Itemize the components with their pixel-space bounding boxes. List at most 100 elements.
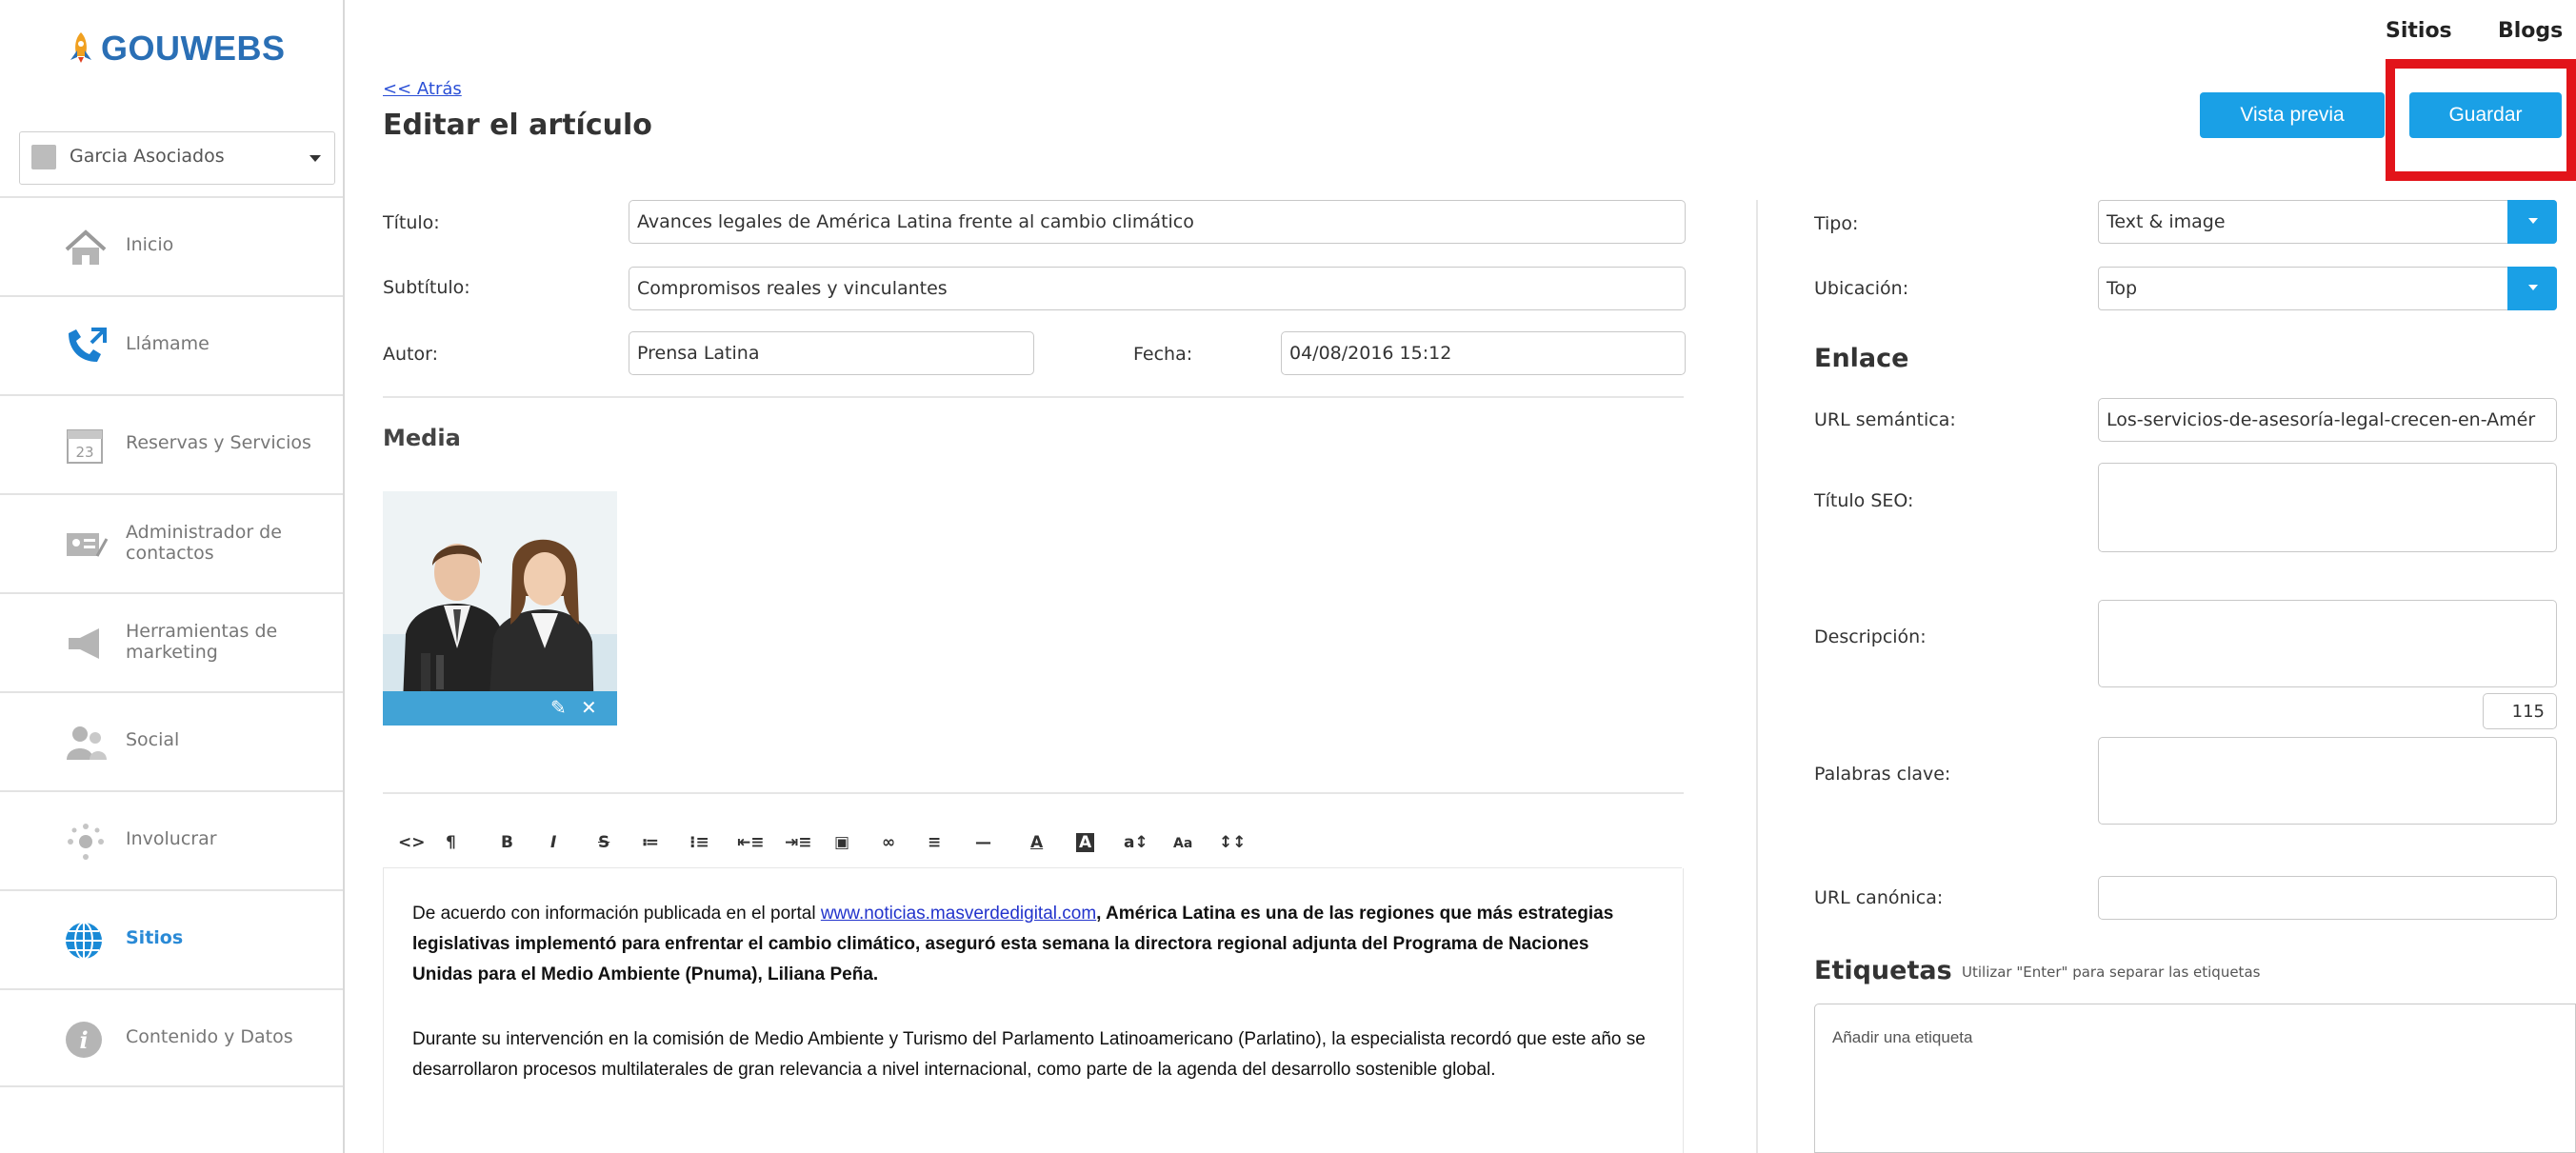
url-semantica-label: URL semántica:: [1814, 409, 1956, 430]
strikethrough-icon[interactable]: S: [598, 833, 609, 852]
line-height-icon[interactable]: ↕↕: [1219, 833, 1247, 852]
calendar-icon: 23: [67, 429, 103, 464]
sidebar-item-label: Reservas y Servicios: [126, 432, 311, 453]
home-icon: [65, 229, 107, 265]
sidebar-item-label: Sitios: [126, 927, 184, 948]
info-icon: i: [66, 1022, 102, 1058]
tipo-value: Text & image: [2107, 211, 2226, 232]
sidebar-item-label: Involucrar: [126, 828, 217, 849]
enlace-heading: Enlace: [1814, 344, 1909, 373]
tipo-select[interactable]: Text & image: [2098, 200, 2557, 244]
sidebar-item-social[interactable]: Social: [0, 691, 343, 792]
topnav-blogs[interactable]: Blogs: [2498, 19, 2563, 43]
media-actions-bar: ✎ ✕: [383, 691, 617, 726]
sidebar-item-reservas[interactable]: 23 Reservas y Servicios: [0, 394, 343, 495]
sidebar-item-label: Llámame: [126, 333, 210, 354]
media-thumbnail[interactable]: ✎ ✕: [383, 491, 617, 726]
account-selector[interactable]: Garcia Asociados: [19, 131, 335, 185]
network-icon: [68, 824, 104, 860]
unordered-list-icon[interactable]: ≔: [642, 833, 659, 852]
edit-icon[interactable]: ✎: [550, 696, 567, 719]
align-icon[interactable]: ≡: [928, 833, 941, 852]
subtitulo-input[interactable]: Compromisos reales y vinculantes: [629, 267, 1686, 310]
contacts-icon: [67, 533, 109, 557]
titulo-input[interactable]: Avances legales de América Latina frente…: [629, 200, 1686, 244]
titulo-seo-label: Título SEO:: [1814, 490, 1914, 511]
svg-text:i: i: [79, 1026, 88, 1054]
outdent-icon[interactable]: ⇤≡: [737, 833, 765, 852]
italic-icon[interactable]: I: [550, 833, 556, 852]
paragraph-icon[interactable]: ¶: [446, 833, 456, 852]
font-size-icon[interactable]: a↕: [1124, 833, 1148, 852]
url-semantica-input[interactable]: Los-servicios-de-asesoría-legal-crecen-e…: [2098, 398, 2557, 442]
phone-icon: [69, 328, 107, 362]
user-icon: [31, 145, 56, 169]
etiquetas-placeholder: Añadir una etiqueta: [1832, 1028, 1973, 1046]
sidebar: GOUWEBS Garcia Asociados Inicio Llámame …: [0, 0, 345, 1153]
sidebar-item-marketing[interactable]: Herramientas de marketing: [0, 592, 343, 693]
people-icon: [67, 726, 107, 760]
chevron-down-icon: [310, 155, 321, 162]
save-button-highlight: [2386, 59, 2576, 181]
dropdown-arrow-icon[interactable]: [2507, 267, 2557, 310]
page-title: Editar el artículo: [383, 109, 652, 142]
sidebar-item-contenido[interactable]: i Contenido y Datos: [0, 988, 343, 1087]
sidebar-item-label: Administrador de contactos: [126, 522, 282, 564]
ubicacion-select[interactable]: Top: [2098, 267, 2557, 310]
subtitulo-label: Subtítulo:: [383, 277, 470, 298]
descripcion-label: Descripción:: [1814, 626, 1927, 647]
sidebar-item-label: Contenido y Datos: [126, 1026, 293, 1047]
editor-toolbar: <> ¶ B I S ≔ ⁝≡ ⇤≡ ⇥≡ ▣ ∞ ≡ — A A a↕ Aa …: [383, 824, 1682, 869]
palabras-clave-textarea[interactable]: [2098, 737, 2557, 825]
preview-button[interactable]: Vista previa: [2200, 92, 2385, 138]
autor-input[interactable]: Prensa Latina: [629, 331, 1034, 375]
sidebar-item-llamame[interactable]: Llámame: [0, 295, 343, 396]
descripcion-textarea[interactable]: [2098, 600, 2557, 687]
ordered-list-icon[interactable]: ⁝≡: [689, 833, 709, 852]
rocket-icon: [70, 32, 91, 63]
account-name: Garcia Asociados: [70, 146, 225, 167]
bold-icon[interactable]: B: [501, 833, 513, 852]
sidebar-item-involucrar[interactable]: Involucrar: [0, 790, 343, 891]
background-color-icon[interactable]: A: [1076, 833, 1095, 852]
link-icon[interactable]: ∞: [882, 833, 895, 852]
editor-link[interactable]: www.noticias.masverdedigital.com: [821, 904, 1096, 924]
titulo-label: Título:: [383, 212, 440, 233]
sidebar-item-inicio[interactable]: Inicio: [0, 196, 343, 297]
brand-name: GOUWEBS: [101, 29, 286, 68]
editor-content[interactable]: De acuerdo con información publicada en …: [383, 868, 1684, 1153]
ubicacion-label: Ubicación:: [1814, 278, 1909, 299]
font-family-icon[interactable]: Aa: [1173, 836, 1192, 851]
font-color-icon[interactable]: A: [1030, 833, 1043, 852]
globe-icon: [66, 922, 102, 960]
image-icon[interactable]: ▣: [834, 833, 849, 852]
tipo-label: Tipo:: [1814, 213, 1859, 234]
indent-icon[interactable]: ⇥≡: [785, 833, 812, 852]
sidebar-item-label: Social: [126, 729, 180, 750]
divider: [383, 792, 1684, 794]
horizontal-rule-icon[interactable]: —: [975, 833, 991, 852]
titulo-seo-textarea[interactable]: [2098, 463, 2557, 552]
sidebar-item-sitios[interactable]: Sitios: [0, 889, 343, 990]
descripcion-counter: 115: [2483, 693, 2557, 729]
column-divider: [1756, 200, 1758, 1153]
url-canonica-label: URL canónica:: [1814, 887, 1944, 908]
dropdown-arrow-icon[interactable]: [2507, 200, 2557, 244]
autor-label: Autor:: [383, 344, 438, 365]
sidebar-item-contactos[interactable]: Administrador de contactos: [0, 493, 343, 594]
close-icon[interactable]: ✕: [581, 696, 597, 719]
palabras-clave-label: Palabras clave:: [1814, 764, 1951, 785]
fecha-input[interactable]: 04/08/2016 15:12: [1281, 331, 1686, 375]
fecha-label: Fecha:: [1133, 344, 1193, 365]
back-link[interactable]: << Atrás: [383, 79, 462, 99]
editor-paragraph-1: De acuerdo con información publicada en …: [412, 904, 1614, 984]
topnav-sitios[interactable]: Sitios: [2386, 19, 2452, 43]
editor-paragraph-2: Durante su intervención en la comisión d…: [412, 1029, 1646, 1080]
media-heading: Media: [383, 425, 461, 451]
html-icon[interactable]: <>: [398, 833, 426, 852]
svg-text:23: 23: [75, 444, 93, 461]
brand-logo[interactable]: GOUWEBS: [67, 29, 286, 69]
divider: [383, 396, 1684, 398]
etiquetas-input[interactable]: Añadir una etiqueta: [1814, 1004, 2576, 1153]
url-canonica-input[interactable]: [2098, 876, 2557, 920]
